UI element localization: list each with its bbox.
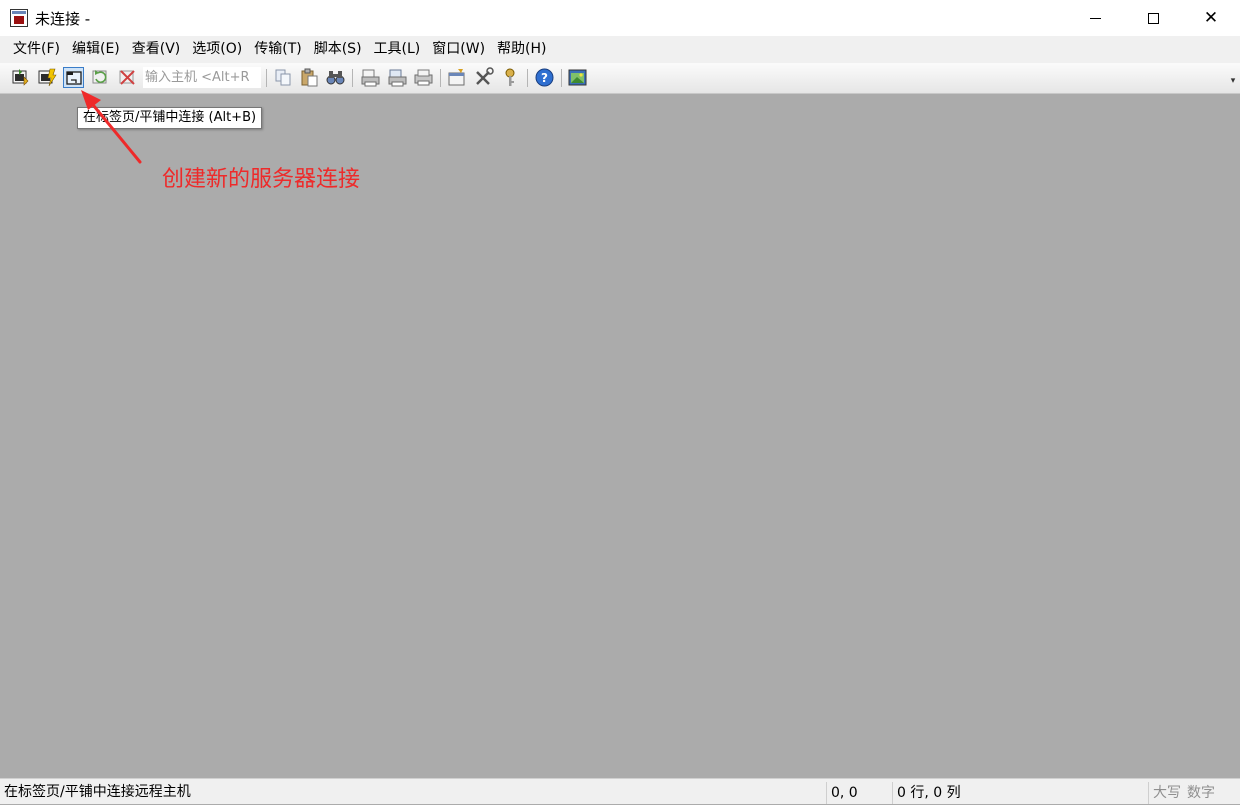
paste-icon (301, 68, 318, 87)
toolbar: ? ▾ (0, 63, 1240, 94)
help-icon: ? (535, 68, 554, 87)
status-message: 在标签页/平铺中连接远程主机 (4, 784, 191, 800)
binoculars-icon (326, 71, 345, 85)
window-controls: ✕ (1066, 0, 1240, 36)
cursor-position: 0, 0 (826, 782, 890, 804)
key-icon (505, 68, 515, 86)
connect-icon (12, 69, 29, 86)
print-setup-button[interactable] (413, 67, 434, 88)
toolbar-separator (561, 69, 562, 87)
rows-cols: 0 行, 0 列 (892, 782, 1144, 804)
close-button[interactable]: ✕ (1182, 0, 1240, 36)
sftp-icon (568, 69, 587, 86)
toolbar-separator (440, 69, 441, 87)
keymap-button[interactable] (500, 67, 521, 88)
minimize-button[interactable] (1066, 0, 1124, 36)
menu-tools[interactable]: 工具(L) (368, 36, 427, 63)
print-icon (361, 69, 380, 87)
session-options-button[interactable] (446, 67, 467, 88)
printer-icon (414, 69, 433, 86)
menu-edit[interactable]: 编辑(E) (66, 36, 126, 63)
menu-view[interactable]: 查看(V) (126, 36, 187, 63)
sftp-button[interactable] (567, 67, 588, 88)
app-icon (10, 9, 28, 27)
menu-script[interactable]: 脚本(S) (308, 36, 368, 63)
global-options-button[interactable] (474, 67, 495, 88)
tools-icon (476, 67, 494, 85)
menu-window[interactable]: 窗口(W) (426, 36, 491, 63)
maximize-icon (1147, 12, 1159, 24)
toolbar-separator (266, 69, 267, 87)
annotation-text: 创建新的服务器连接 (162, 167, 361, 192)
print-selection-button[interactable] (387, 67, 408, 88)
title-bar: 未连接 - ✕ (0, 0, 1240, 36)
num-lock-indicator: 数字 (1187, 785, 1215, 801)
help-button[interactable]: ? (534, 67, 555, 88)
copy-icon (275, 69, 291, 86)
chevron-down-icon: ▾ (1230, 76, 1236, 86)
status-bar: 在标签页/平铺中连接远程主机 0, 0 0 行, 0 列 大写 数字 (0, 778, 1240, 804)
annotation-arrow (81, 90, 142, 164)
copy-button[interactable] (273, 67, 294, 88)
svg-text:?: ? (541, 71, 548, 85)
window-title: 未连接 - (35, 9, 91, 28)
maximize-button[interactable] (1124, 0, 1182, 36)
toolbar-separator (352, 69, 353, 87)
menu-file[interactable]: 文件(F) (7, 36, 66, 63)
menu-help[interactable]: 帮助(H) (491, 36, 552, 63)
quick-connect-button[interactable] (37, 67, 58, 88)
minimize-icon (1089, 17, 1101, 19)
print-button[interactable] (360, 67, 381, 88)
menu-transfer[interactable]: 传输(T) (248, 36, 307, 63)
host-input[interactable] (143, 67, 261, 88)
connect-button[interactable] (10, 67, 31, 88)
print-selection-icon (388, 69, 407, 87)
toolbar-separator (527, 69, 528, 87)
menu-bar: 文件(F) 编辑(E) 查看(V) 选项(O) 传输(T) 脚本(S) 工具(L… (0, 36, 1240, 63)
toolbar-overflow-button[interactable]: ▾ (1229, 75, 1237, 88)
find-button[interactable] (325, 67, 346, 88)
menu-options[interactable]: 选项(O) (186, 36, 248, 63)
close-icon: ✕ (1203, 7, 1219, 28)
quick-connect-icon (38, 68, 57, 87)
paste-button[interactable] (299, 67, 320, 88)
session-options-icon (448, 69, 465, 86)
caps-lock-indicator: 大写 (1148, 782, 1184, 804)
